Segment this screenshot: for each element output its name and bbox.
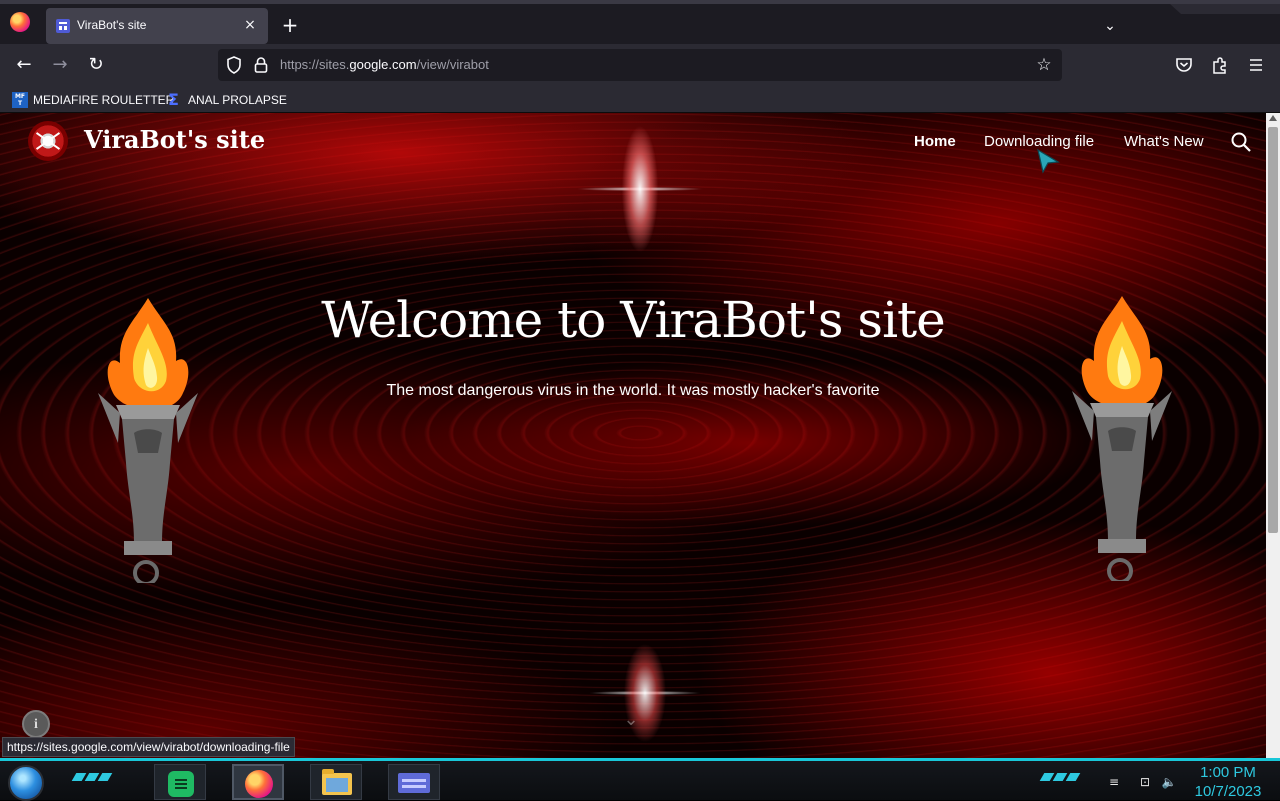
bookmark-label: ANAL PROLAPSE — [188, 93, 287, 107]
search-icon[interactable] — [1230, 131, 1252, 153]
page-content: ViraBot's site Home Downloading file Wha… — [0, 113, 1266, 758]
mediafire-icon: MF T — [12, 92, 28, 108]
site-title[interactable]: ViraBot's site — [84, 125, 265, 154]
gargoyle-torch-image — [1072, 296, 1172, 581]
extensions-icon[interactable] — [1210, 55, 1230, 75]
menu-icon[interactable] — [1246, 55, 1266, 75]
mouse-cursor-icon — [1037, 148, 1060, 174]
nav-home[interactable]: Home — [914, 133, 956, 150]
clock-date: 10/7/2023 — [1194, 783, 1262, 800]
taskbar: ≡ ⊡ 🔈 1:00 PM 10/7/2023 — [0, 758, 1280, 801]
network-icon[interactable]: ⊡ — [1137, 775, 1153, 789]
bookmark-anal-prolapse[interactable]: Σ ANAL PROLAPSE — [168, 90, 287, 110]
pocket-icon[interactable] — [1174, 55, 1194, 75]
reload-button[interactable]: ↻ — [84, 53, 108, 77]
system-clock[interactable]: 1:00 PM 10/7/2023 — [1186, 763, 1270, 801]
firefox-icon — [245, 770, 273, 798]
spider-logo-icon[interactable] — [28, 121, 68, 161]
bookmark-label: MEDIAFIRE ROULETTER — [33, 93, 175, 107]
firefox-icon[interactable] — [10, 12, 30, 32]
new-tab-button[interactable]: + — [278, 14, 302, 38]
navigation-toolbar: ← → ↻ https://sites.google.com/view/vira… — [0, 44, 1280, 86]
taskbar-decoration — [1039, 773, 1081, 781]
start-button[interactable] — [8, 765, 44, 801]
back-button[interactable]: ← — [12, 53, 36, 77]
taskbar-card-app[interactable] — [388, 764, 440, 800]
lock-icon[interactable] — [254, 57, 268, 73]
bookmark-mediafire-rouletter[interactable]: MF T MEDIAFIRE ROULETTER — [12, 90, 174, 110]
bookmark-star-icon[interactable]: ☆ — [1034, 55, 1054, 75]
taskbar-firefox-app[interactable] — [232, 764, 284, 800]
gargoyle-torch-image — [98, 298, 198, 583]
tab-title: ViraBot's site — [77, 18, 147, 32]
keyboard-icon[interactable]: ≡ — [1106, 775, 1122, 789]
taskbar-decoration — [71, 773, 113, 781]
tab-virabot[interactable]: ViraBot's site × — [46, 8, 268, 44]
sheets-icon — [168, 771, 194, 797]
file-explorer-icon — [322, 769, 352, 795]
info-icon[interactable]: i — [22, 710, 50, 738]
volume-icon[interactable]: 🔈 — [1161, 775, 1177, 789]
window-frame-decoration — [1170, 4, 1280, 14]
tab-bar: ViraBot's site × + ⌄ — [0, 0, 1280, 44]
scrollbar-thumb[interactable] — [1268, 127, 1278, 533]
url-text[interactable]: https://sites.google.com/view/virabot — [280, 57, 489, 72]
google-sites-icon — [56, 19, 70, 33]
taskbar-sheets-app[interactable] — [154, 764, 206, 800]
clock-time: 1:00 PM — [1200, 764, 1256, 781]
shield-icon[interactable] — [226, 56, 242, 74]
nav-whats-new[interactable]: What's New — [1124, 133, 1204, 150]
sigma-icon: Σ — [168, 90, 179, 109]
scroll-down-chevron-icon[interactable]: ⌄ — [620, 709, 642, 730]
bookmarks-toolbar: MF T MEDIAFIRE ROULETTER Σ ANAL PROLAPSE — [0, 86, 1280, 113]
url-path: /view/virabot — [416, 57, 489, 72]
page-scrollbar[interactable] — [1266, 113, 1280, 758]
url-domain: google.com — [349, 57, 417, 72]
url-bar[interactable]: https://sites.google.com/view/virabot ☆ — [218, 49, 1062, 81]
url-prefix: https://sites. — [280, 57, 350, 72]
chevron-down-icon[interactable]: ⌄ — [1098, 14, 1122, 38]
card-app-icon — [398, 773, 430, 793]
forward-button[interactable]: → — [48, 53, 72, 77]
close-tab-icon[interactable]: × — [240, 15, 260, 35]
taskbar-file-explorer-app[interactable] — [310, 764, 362, 800]
status-bar-url: https://sites.google.com/view/virabot/do… — [2, 737, 295, 757]
scroll-up-arrow-icon[interactable] — [1269, 115, 1277, 121]
